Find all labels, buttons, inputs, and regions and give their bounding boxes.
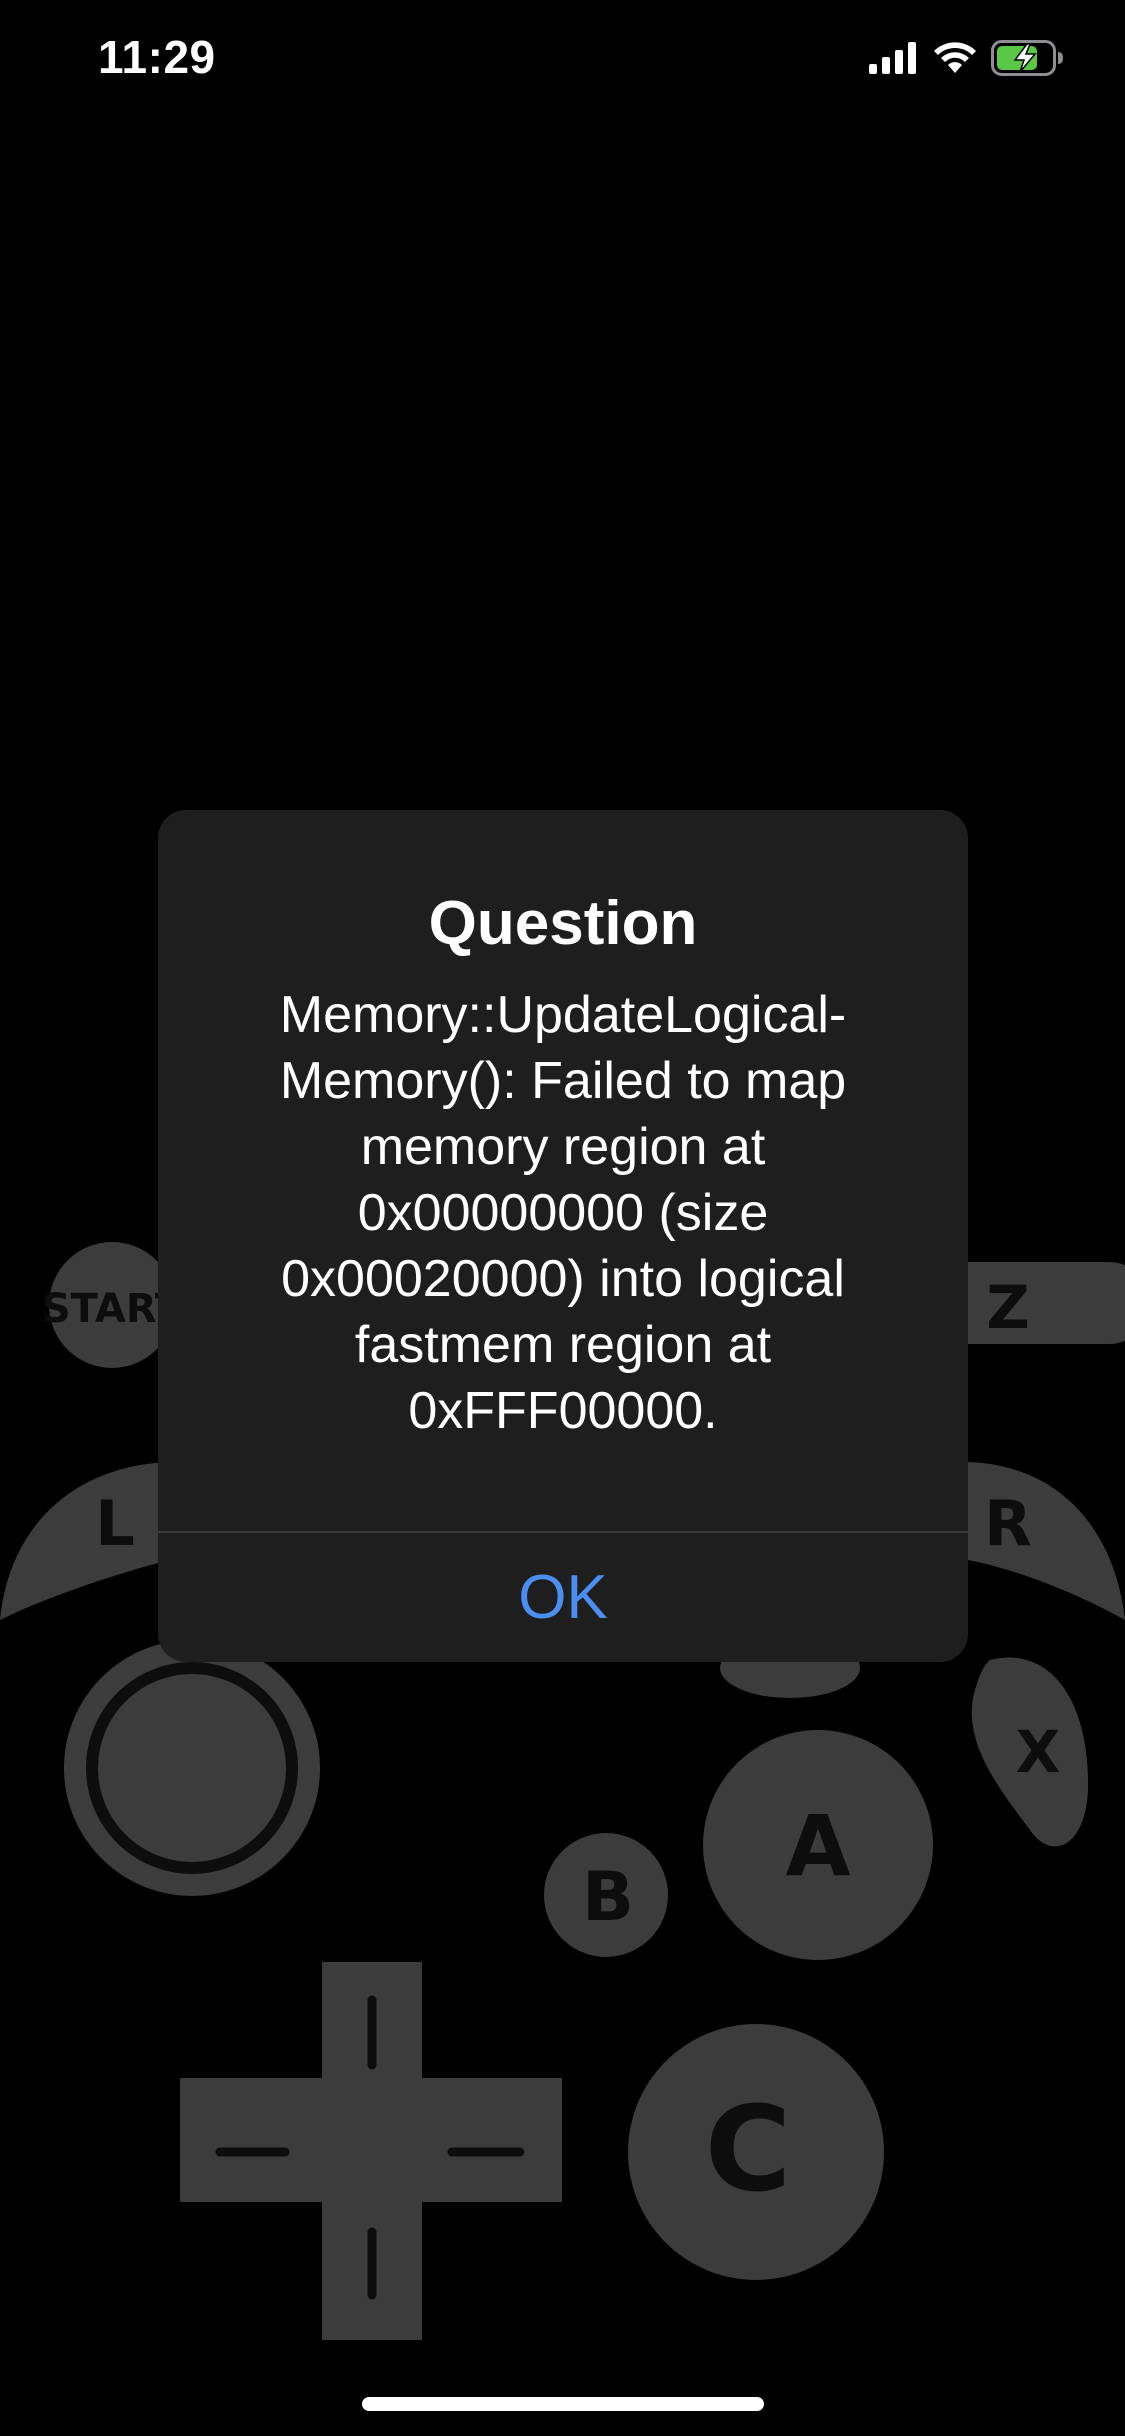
x-label: X xyxy=(1016,1718,1061,1786)
status-time: 11:29 xyxy=(98,31,216,83)
battery-charging-icon xyxy=(991,40,1063,76)
cellular-signal-icon xyxy=(869,42,916,74)
analog-stick[interactable] xyxy=(64,1640,320,1896)
b-label: B xyxy=(582,1858,634,1937)
dialog-title: Question xyxy=(428,889,698,958)
a-label: A xyxy=(785,1797,850,1895)
x-button[interactable]: X xyxy=(971,1657,1089,1847)
alert-dialog: Question Memory::UpdateLogical- Memory()… xyxy=(158,810,968,1662)
status-icons xyxy=(869,40,1065,76)
status-bar: 11:29 xyxy=(0,0,1125,130)
ok-button[interactable]: OK xyxy=(158,1533,968,1662)
dpad[interactable] xyxy=(180,1962,562,2340)
wifi-icon xyxy=(934,42,976,73)
c-label: C xyxy=(705,2080,792,2218)
l-label: L xyxy=(95,1487,135,1560)
dialog-message: Memory::UpdateLogical- Memory(): Failed … xyxy=(279,986,847,1440)
b-button[interactable]: B xyxy=(544,1833,668,1957)
z-label: Z xyxy=(986,1273,1030,1343)
r-shoulder-button[interactable]: R xyxy=(968,1462,1125,1620)
c-stick[interactable]: C xyxy=(628,2024,884,2280)
a-button[interactable]: A xyxy=(703,1730,933,1960)
r-label: R xyxy=(984,1487,1032,1560)
home-indicator[interactable] xyxy=(362,2397,764,2411)
l-shoulder-button[interactable]: L xyxy=(0,1462,170,1620)
